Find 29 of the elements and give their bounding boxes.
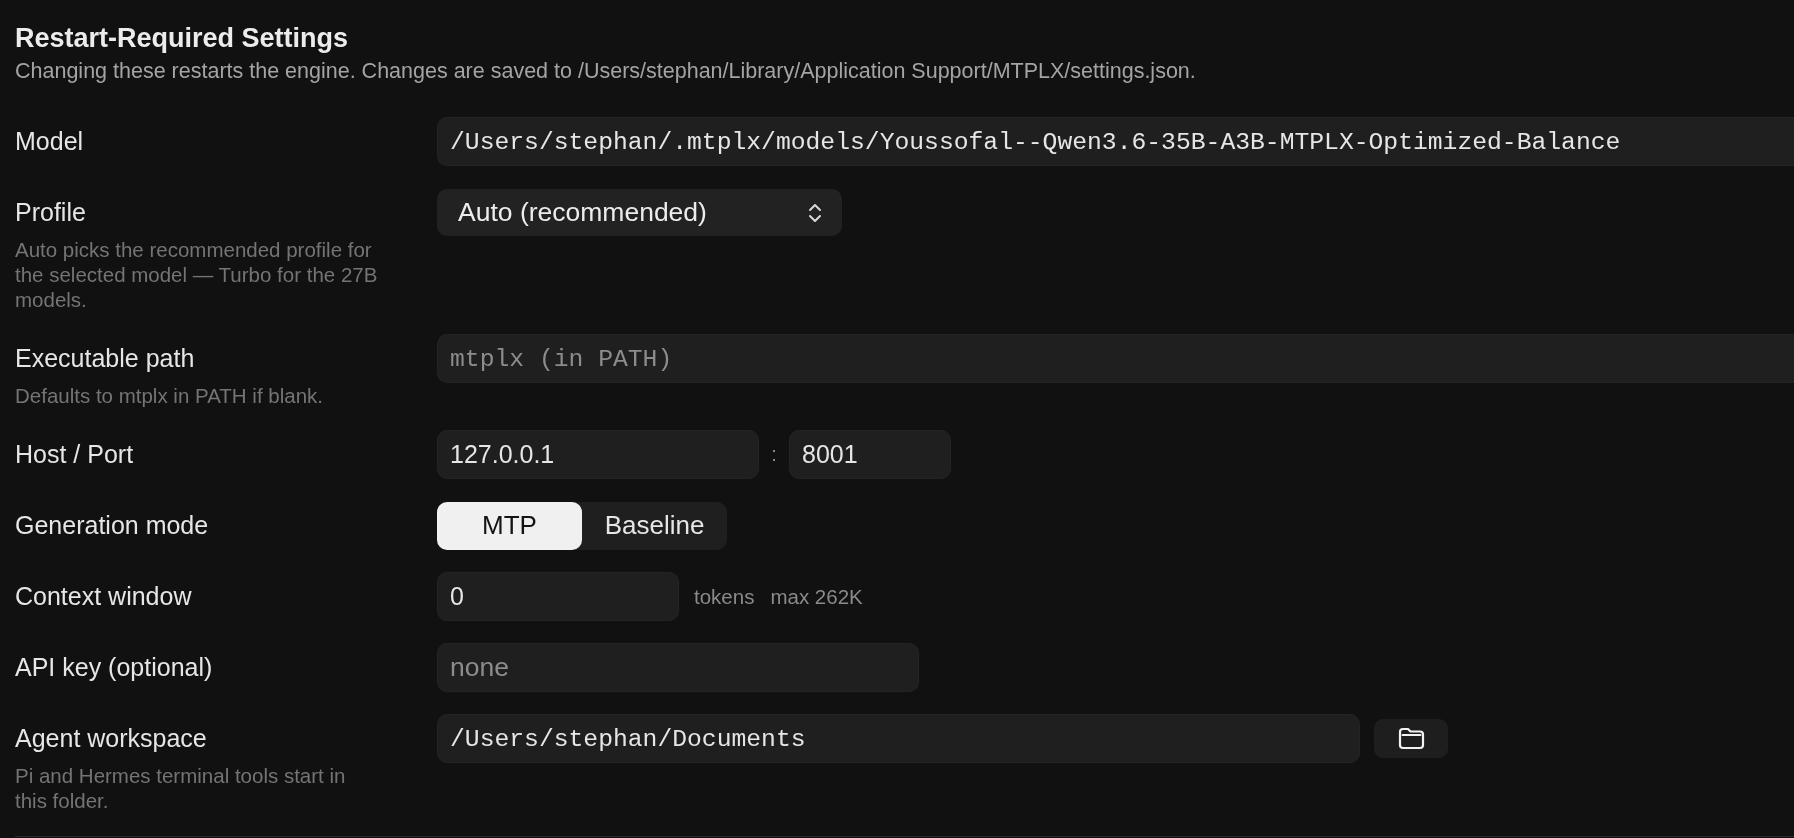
setting-hint: Auto picks the recommended profile for the selected model — Turbo for the 27B models.: [15, 237, 379, 312]
number-field[interactable]: 0: [437, 572, 679, 621]
host-field[interactable]: 127.0.0.1: [437, 430, 759, 479]
text-field[interactable]: none: [437, 643, 919, 692]
path-field[interactable]: /Users/stephan/Documents: [437, 714, 1360, 763]
up-down-chevron-icon: [808, 202, 822, 223]
setting-label: Context window: [15, 581, 192, 612]
folder-icon: [1397, 727, 1425, 750]
mode-segment[interactable]: MTP: [437, 501, 582, 550]
setting-hint: Defaults to mtplx in PATH if blank.: [15, 383, 324, 408]
profile-dropdown[interactable]: Auto (recommended): [437, 189, 842, 236]
setting-label: Generation mode: [15, 510, 209, 541]
path-field[interactable]: mtplx (in PATH): [437, 334, 1794, 383]
mode-segment[interactable]: Baseline: [582, 501, 727, 550]
setting-label: Model: [15, 126, 84, 157]
host-port-separator: :: [770, 443, 778, 466]
section-title: Restart-Required Settings: [15, 22, 350, 54]
unit-label: tokens: [694, 584, 755, 609]
browse-folder-button[interactable]: [1374, 719, 1448, 758]
setting-hint: Pi and Hermes terminal tools start in this folder.: [15, 763, 347, 813]
setting-label: Agent workspace: [15, 723, 207, 754]
section-description: Changing these restarts the engine. Changes are saved to /Users/stephan/Library/Application Support/MTPLX/settings.json.: [15, 58, 1197, 84]
setting-label: Profile: [15, 197, 86, 228]
setting-label: API key (optional): [15, 652, 213, 683]
port-field[interactable]: 8001: [789, 430, 951, 479]
path-field[interactable]: /Users/stephan/.mtplx/models/Youssofal--Qwen3.6-35B-A3B-MTPLX-Optimized-Balance: [437, 117, 1794, 166]
setting-label: Host / Port: [15, 439, 134, 470]
setting-label: Executable path: [15, 343, 195, 374]
max-note: max 262K: [770, 584, 863, 609]
